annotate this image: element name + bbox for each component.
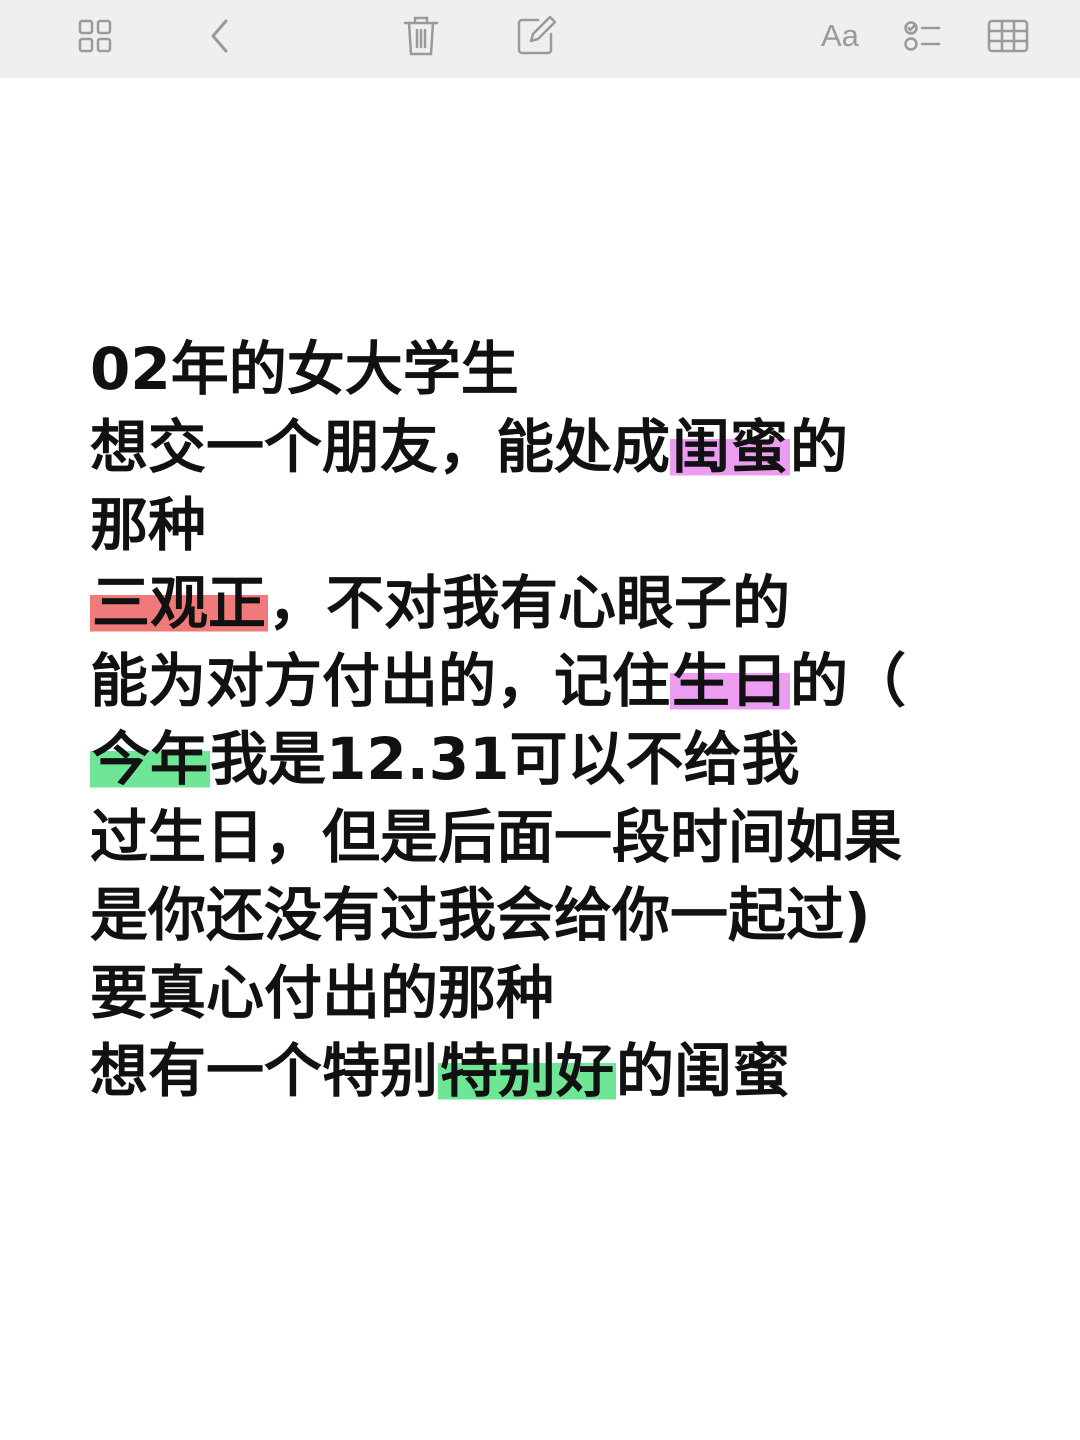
note-text: 是你还没有过我会给你一起过) bbox=[90, 881, 871, 949]
compose-icon[interactable] bbox=[514, 14, 558, 58]
note-line: 那种 bbox=[90, 486, 1020, 564]
checklist-icon[interactable] bbox=[900, 14, 944, 58]
note-text: 想交一个朋友，能处成 bbox=[90, 413, 671, 481]
note-line: 想有一个特别特别好的闺蜜 bbox=[90, 1032, 1020, 1110]
back-chevron-icon[interactable] bbox=[198, 14, 242, 58]
highlighted-text: 生日 bbox=[670, 647, 791, 715]
note-text: ，不对我有心眼子的 bbox=[268, 569, 791, 637]
note-text: 那种 bbox=[90, 491, 207, 559]
format-text-icon[interactable]: Aa bbox=[821, 14, 859, 58]
note-line: 要真心付出的那种 bbox=[90, 954, 1020, 1032]
note-text: 02年的女大学生 bbox=[90, 335, 519, 403]
notes-toolbar: Aa bbox=[0, 0, 1080, 78]
note-line: 三观正，不对我有心眼子的 bbox=[90, 564, 1020, 642]
grid-icon[interactable] bbox=[73, 14, 117, 58]
note-text: 能为对方付出的，记住 bbox=[90, 647, 671, 715]
note-text: 的（ bbox=[790, 647, 907, 715]
note-line: 想交一个朋友，能处成闺蜜的 bbox=[90, 408, 1020, 486]
note-line: 过生日，但是后面一段时间如果 bbox=[90, 798, 1020, 876]
highlighted-text: 三观正 bbox=[90, 569, 269, 637]
table-icon[interactable] bbox=[986, 14, 1030, 58]
highlighted-text: 今年 bbox=[90, 725, 211, 793]
note-text: 的 bbox=[790, 413, 849, 481]
note-text: 过生日，但是后面一段时间如果 bbox=[90, 803, 903, 871]
note-line: 能为对方付出的，记住生日的（ bbox=[90, 642, 1020, 720]
trash-icon[interactable] bbox=[399, 14, 443, 58]
note-text: 想有一个特别 bbox=[90, 1037, 439, 1105]
note-body[interactable]: 02年的女大学生 想交一个朋友，能处成闺蜜的 那种 三观正，不对我有心眼子的 能为对方付… bbox=[90, 330, 1020, 1110]
note-text: 我是12.31可以不给我 bbox=[210, 725, 800, 793]
note-line: 02年的女大学生 bbox=[90, 330, 1020, 408]
note-line: 是你还没有过我会给你一起过) bbox=[90, 876, 1020, 954]
note-text: 的闺蜜 bbox=[616, 1037, 791, 1105]
highlighted-text: 闺蜜 bbox=[670, 413, 791, 481]
note-text: 要真心付出的那种 bbox=[90, 959, 555, 1027]
note-line: 今年我是12.31可以不给我 bbox=[90, 720, 1020, 798]
highlighted-text: 特别好 bbox=[438, 1037, 617, 1105]
